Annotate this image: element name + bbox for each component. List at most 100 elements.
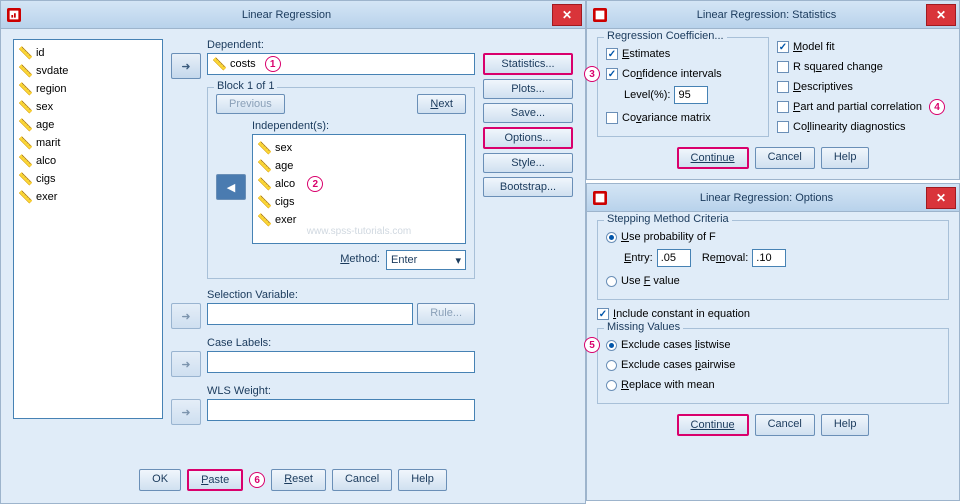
r2-checkbox[interactable]: [777, 61, 789, 73]
app-icon: [7, 8, 21, 22]
options-dialog: Linear Regression: Options ✕ Stepping Me…: [586, 183, 960, 501]
exclude-pairwise-radio[interactable]: [606, 360, 617, 371]
removal-input[interactable]: [752, 249, 786, 267]
exclude-pairwise-label: Exclude cases pairwise: [621, 359, 735, 371]
covariance-checkbox[interactable]: [606, 112, 618, 124]
group-title: Regression Coefficien...: [604, 30, 727, 42]
cancel-button[interactable]: Cancel: [755, 414, 815, 436]
ruler-icon: 📏: [18, 190, 33, 204]
ruler-icon: 📏: [257, 159, 272, 173]
move-caselabels-button[interactable]: ➜: [171, 351, 201, 377]
collinearity-checkbox[interactable]: [777, 121, 789, 133]
ci-label: Confidence intervals: [622, 68, 722, 80]
replace-mean-label: Replace with mean: [621, 379, 715, 391]
app-icon: [593, 8, 607, 22]
rule-button[interactable]: Rule...: [417, 303, 475, 325]
continue-button[interactable]: Continue: [677, 414, 749, 436]
ci-checkbox[interactable]: [606, 68, 618, 80]
var-item: 📏marit: [18, 134, 158, 152]
paste-button[interactable]: Paste: [187, 469, 243, 491]
wls-label: WLS Weight:: [207, 385, 475, 397]
move-wls-button[interactable]: ➜: [171, 399, 201, 425]
estimates-checkbox[interactable]: [606, 48, 618, 60]
include-constant-label: Include constant in equation: [613, 308, 750, 320]
continue-button[interactable]: Continue: [677, 147, 749, 169]
titlebar: Linear Regression: Statistics ✕: [587, 1, 959, 29]
app-icon: [593, 191, 607, 205]
style-button[interactable]: Style...: [483, 153, 573, 173]
dependent-input[interactable]: 📏 costs 1: [207, 53, 475, 75]
block-group: Block 1 of 1 Previous Next Independent(s…: [207, 87, 475, 279]
use-prob-radio[interactable]: [606, 232, 617, 243]
ruler-icon: 📏: [257, 177, 272, 191]
replace-mean-radio[interactable]: [606, 380, 617, 391]
annotation-5: 5: [584, 337, 600, 353]
caselabels-input[interactable]: [207, 351, 475, 373]
bottom-button-row: OK Paste 6 Reset Cancel Help: [13, 463, 573, 493]
covariance-label: Covariance matrix: [622, 112, 711, 124]
titlebar: Linear Regression ✕: [1, 1, 585, 29]
independents-list[interactable]: 📏sex 📏age 📏alco 2 📏cigs 📏exer www.spss-t…: [252, 134, 466, 244]
ruler-icon: 📏: [257, 213, 272, 227]
reset-button[interactable]: Reset: [271, 469, 326, 491]
selection-label: Selection Variable:: [207, 289, 475, 301]
entry-input[interactable]: [657, 249, 691, 267]
help-button[interactable]: Help: [821, 414, 870, 436]
ruler-icon: 📏: [18, 118, 33, 132]
ruler-icon: 📏: [18, 82, 33, 96]
previous-button[interactable]: Previous: [216, 94, 285, 114]
var-item: 📏exer: [18, 188, 158, 206]
ruler-icon: 📏: [18, 172, 33, 186]
modelfit-checkbox[interactable]: [777, 41, 789, 53]
partial-checkbox[interactable]: [777, 101, 789, 113]
move-independent-button[interactable]: ◀: [216, 174, 246, 200]
ruler-icon: 📏: [257, 195, 272, 209]
descriptives-label: Descriptives: [793, 81, 853, 93]
ruler-icon: 📏: [18, 154, 33, 168]
ruler-icon: 📏: [257, 141, 272, 155]
var-item: 📏svdate: [18, 62, 158, 80]
var-item: 📏cigs: [18, 170, 158, 188]
method-select[interactable]: Enter▾: [386, 250, 466, 270]
close-button[interactable]: ✕: [552, 4, 582, 26]
annotation-1: 1: [265, 56, 281, 72]
close-button[interactable]: ✕: [926, 187, 956, 209]
annotation-3: 3: [584, 66, 600, 82]
include-constant-checkbox[interactable]: [597, 308, 609, 320]
selection-input[interactable]: [207, 303, 413, 325]
help-button[interactable]: Help: [398, 469, 447, 491]
move-selection-button[interactable]: ➜: [171, 303, 201, 329]
entry-label: Entry:: [624, 252, 653, 264]
titlebar: Linear Regression: Options ✕: [587, 184, 959, 212]
source-variable-list[interactable]: 📏id 📏svdate 📏region 📏sex 📏age 📏marit 📏al…: [13, 39, 163, 419]
independents-label: Independent(s):: [252, 120, 466, 132]
annotation-2: 2: [307, 176, 323, 192]
collinearity-label: Collinearity diagnostics: [793, 121, 906, 133]
watermark: www.spss-tutorials.com: [253, 226, 465, 237]
cancel-button[interactable]: Cancel: [332, 469, 392, 491]
help-button[interactable]: Help: [821, 147, 870, 169]
method-label: Method:: [340, 253, 380, 265]
missing-group: Missing Values 5Exclude cases listwise E…: [597, 328, 949, 404]
level-label: Level(%):: [624, 89, 670, 101]
level-input[interactable]: [674, 86, 708, 104]
plots-button[interactable]: Plots...: [483, 79, 573, 99]
ruler-icon: 📏: [212, 57, 227, 71]
statistics-button[interactable]: Statistics...: [483, 53, 573, 75]
dependent-label: Dependent:: [207, 39, 475, 51]
next-button[interactable]: Next: [417, 94, 466, 114]
close-button[interactable]: ✕: [926, 4, 956, 26]
exclude-listwise-radio[interactable]: [606, 340, 617, 351]
bootstrap-button[interactable]: Bootstrap...: [483, 177, 573, 197]
cancel-button[interactable]: Cancel: [755, 147, 815, 169]
ok-button[interactable]: OK: [139, 469, 181, 491]
move-dependent-button[interactable]: ➜: [171, 53, 201, 79]
options-button[interactable]: Options...: [483, 127, 573, 149]
use-f-radio[interactable]: [606, 276, 617, 287]
descriptives-checkbox[interactable]: [777, 81, 789, 93]
wls-input[interactable]: [207, 399, 475, 421]
save-button[interactable]: Save...: [483, 103, 573, 123]
linear-regression-dialog: Linear Regression ✕ 📏id 📏svdate 📏region …: [0, 0, 586, 504]
estimates-label: Estimates: [622, 48, 670, 60]
modelfit-label: Model fit: [793, 41, 835, 53]
